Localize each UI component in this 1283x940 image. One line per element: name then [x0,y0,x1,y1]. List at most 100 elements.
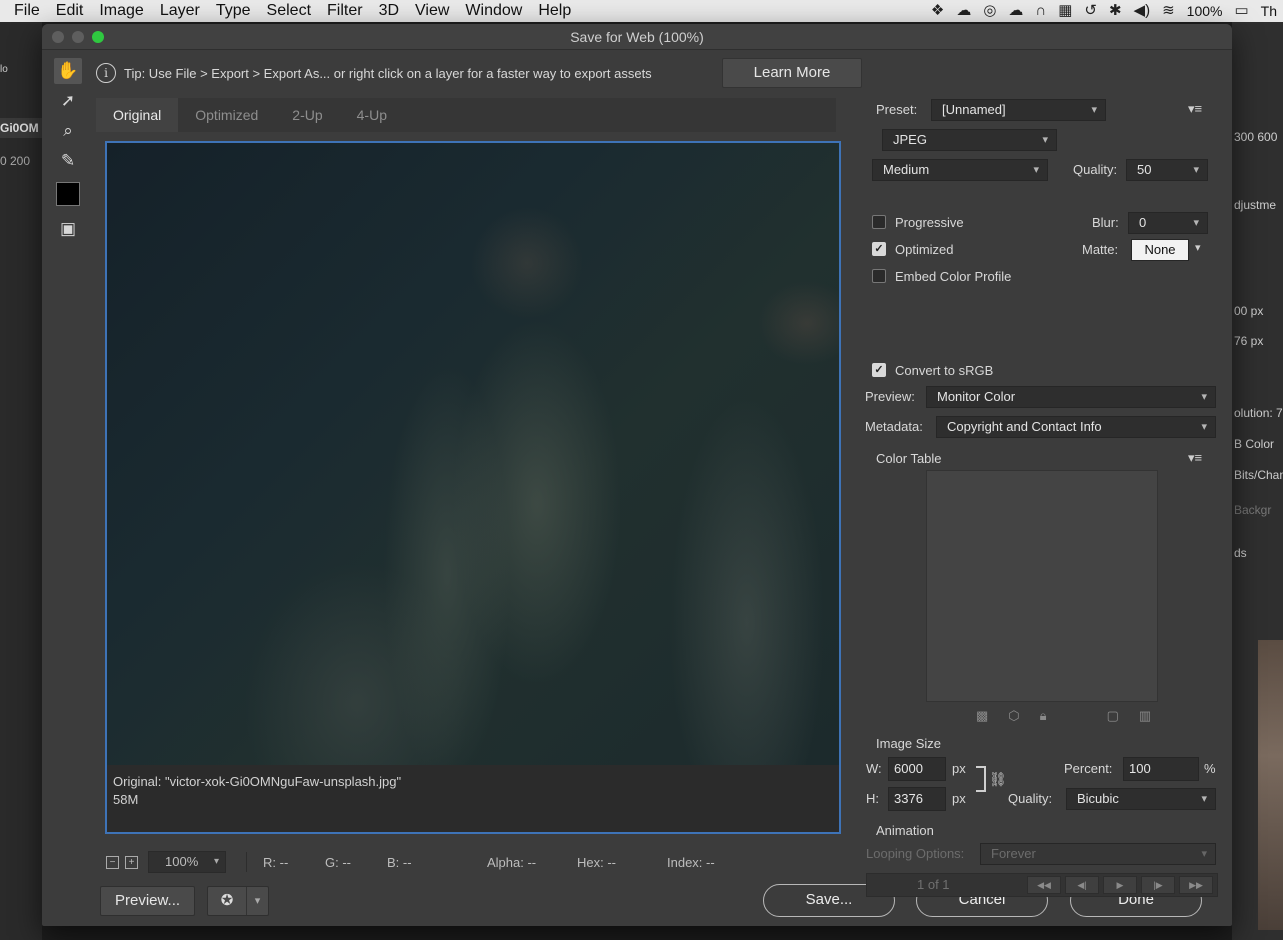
zoom-window-button[interactable] [92,31,104,43]
optimized-label: Optimized [895,242,954,257]
creative-cloud-icon[interactable]: ☁ [956,0,971,22]
image-preview-pane[interactable]: Original: "victor-xok-Gi0OMNguFaw-unspla… [105,141,841,834]
embed-color-profile-checkbox[interactable] [872,269,886,283]
menu-3d[interactable]: 3D [371,0,407,22]
blur-field[interactable]: 0 ▾ [1128,212,1208,234]
bg-bit-depth: Bits/Chan [1234,468,1283,482]
tab-optimized[interactable]: Optimized [178,98,275,132]
menu-image[interactable]: Image [91,0,151,22]
preset-select[interactable]: [Unnamed] ▾ [931,99,1106,121]
bg-ruler-right: 300 600 [1234,130,1278,144]
chevron-down-icon[interactable]: ▾ [1195,241,1201,254]
bg-section: ds [1234,546,1247,560]
menu-help[interactable]: Help [530,0,579,22]
menu-edit[interactable]: Edit [48,0,92,22]
last-frame-icon[interactable]: ▶▶ [1179,876,1213,894]
menu-layer[interactable]: Layer [152,0,208,22]
eyedropper-color-swatch[interactable] [56,182,80,206]
tab-2-up[interactable]: 2-Up [275,98,339,132]
progressive-checkbox[interactable] [872,215,886,229]
cloud-off-icon[interactable]: ☁ [1008,0,1023,22]
menu-file[interactable]: File [0,0,48,22]
looping-options-label: Looping Options: [866,846,965,861]
chevron-down-icon[interactable]: ▾ [246,887,268,915]
animation-label: Animation [876,823,934,838]
zoom-level-select[interactable]: 100% ▾ [148,851,226,873]
looping-options-select[interactable]: Forever ▾ [980,843,1216,865]
preview-filesize: 58M [113,792,139,807]
toggle-slices-icon[interactable]: ▣ [54,216,82,242]
preview-profile-label: Preview: [865,389,915,404]
cube-icon[interactable]: ⬡ [1008,708,1019,724]
link-icon[interactable]: ⛓ [989,771,1007,788]
preset-menu-icon[interactable]: ▾≡ [1188,101,1202,117]
file-format-select[interactable]: JPEG ▾ [882,129,1057,151]
browser-icon[interactable]: ✪ [208,887,246,915]
tab-original[interactable]: Original [96,98,179,132]
next-frame-icon[interactable]: |▶ [1141,876,1175,894]
convert-srgb-checkbox[interactable]: ✓ [872,363,886,377]
zoom-out-icon[interactable]: − [106,855,119,869]
slice-select-tool-icon[interactable]: ➚ [54,88,82,114]
trash-icon[interactable]: ▥ [1139,708,1151,724]
headphones-icon[interactable]: ∩ [1035,0,1046,22]
menu-window[interactable]: Window [457,0,530,22]
minimize-window-button[interactable] [72,31,84,43]
eyedropper-tool-icon[interactable]: ✎ [54,148,82,174]
optimized-checkbox[interactable]: ✓ [872,242,886,256]
height-input[interactable]: 3376 [888,787,946,811]
volume-icon[interactable]: ◀) [1134,0,1151,22]
close-window-button[interactable] [52,31,64,43]
width-input[interactable]: 6000 [888,757,946,781]
menu-type[interactable]: Type [208,0,259,22]
quality-preset-select[interactable]: Medium ▾ [872,159,1048,181]
play-icon[interactable]: ▶ [1103,876,1137,894]
tab-4-up[interactable]: 4-Up [340,98,404,132]
preview-image[interactable] [107,143,839,765]
green-readout: G: -- [325,854,351,870]
zoom-in-icon[interactable]: + [125,855,138,869]
time-machine-icon[interactable]: ↺ [1084,0,1097,22]
bluetooth-icon[interactable]: ✱ [1109,0,1122,22]
bg-left-label: lo [0,64,8,75]
matte-label: Matte: [1082,242,1119,257]
preview-profile-value: Monitor Color [937,389,1016,404]
preview-button[interactable]: Preview... [100,886,196,916]
color-table[interactable] [926,470,1158,702]
bg-ruler: 0 200 [0,154,31,168]
color-table-menu-icon[interactable]: ▾≡ [1188,450,1202,466]
menu-view[interactable]: View [407,0,457,22]
web-snap-icon[interactable]: ▩ [976,708,988,724]
new-color-icon[interactable]: ▢ [1107,708,1119,724]
zoom-tool-icon[interactable]: ⌕ [54,118,82,144]
chevron-down-icon: ▾ [213,856,219,867]
bg-resolution: olution: 7 [1234,406,1283,420]
preview-profile-select[interactable]: Monitor Color ▾ [926,386,1216,408]
sync-icon[interactable]: ◎ [983,0,996,22]
wifi-icon[interactable]: ≋ [1162,0,1175,22]
menu-filter[interactable]: Filter [319,0,371,22]
battery-icon[interactable]: ▭ [1234,0,1248,22]
clock[interactable]: Th [1261,3,1277,19]
info-icon: i [96,63,116,83]
bg-adjustments: djustme [1234,198,1277,212]
first-frame-icon[interactable]: ◀◀ [1027,876,1061,894]
height-unit: px [952,791,966,806]
width-unit: px [952,761,966,776]
metadata-select[interactable]: Copyright and Contact Info ▾ [936,416,1216,438]
color-table-label: Color Table [876,451,942,466]
resample-quality-select[interactable]: Bicubic ▾ [1066,788,1216,810]
preset-label: Preset: [876,102,918,117]
menu-select[interactable]: Select [259,0,319,22]
percent-input[interactable]: 100 [1123,757,1199,781]
quality-field[interactable]: 50 ▾ [1126,159,1208,181]
zoom-level-value: 100% [165,854,199,869]
dropbox-icon[interactable]: ❖ [931,0,944,22]
learn-more-button[interactable]: Learn More [722,58,862,88]
lock-icon[interactable]: 🔒︎ [1040,708,1047,724]
previous-frame-icon[interactable]: ◀| [1065,876,1099,894]
chevron-down-icon: ▾ [1201,421,1207,433]
matte-select[interactable]: None [1131,239,1189,261]
grid-icon[interactable]: ▦ [1058,0,1072,22]
hand-tool-icon[interactable]: ✋ [54,58,82,84]
